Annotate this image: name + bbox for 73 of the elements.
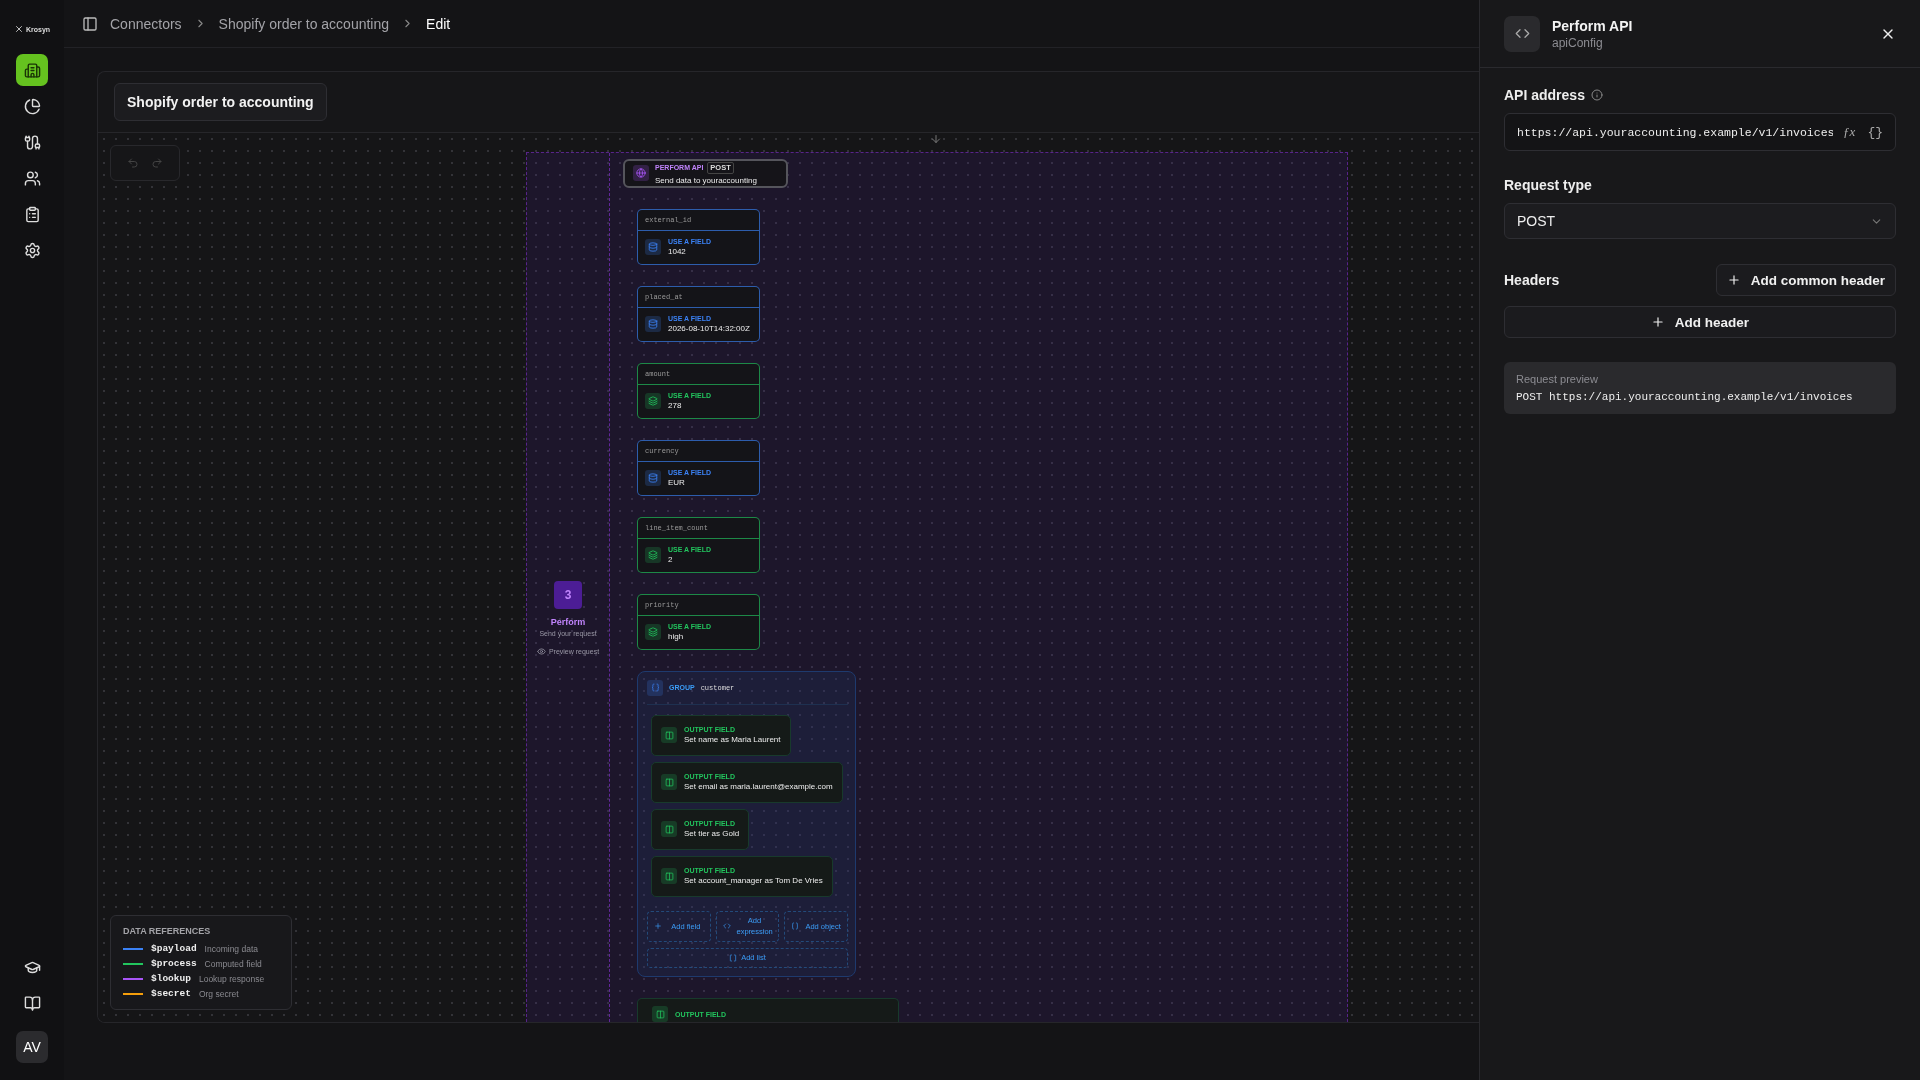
- preview-label: Request preview: [1516, 373, 1599, 385]
- settings-icon: [23, 241, 41, 259]
- logo-icon: [13, 24, 24, 34]
- layers-icon: [645, 624, 661, 641]
- sidebar-toggle-icon[interactable]: [82, 15, 98, 32]
- reference-description: Org secret: [198, 988, 239, 999]
- flow-title-button[interactable]: Shopify order to accounting: [114, 83, 327, 121]
- eye-icon: [536, 647, 546, 656]
- step-number: 3: [554, 581, 582, 609]
- field-value: 2026-08-10T14:32:00Z: [668, 324, 750, 334]
- plus-icon: [1726, 273, 1741, 287]
- braces-icon: [647, 679, 663, 696]
- breadcrumb-link[interactable]: Shopify order to accounting: [218, 15, 390, 32]
- users-icon: [23, 169, 41, 187]
- reference-name: $process: [151, 958, 197, 969]
- layers-icon: [645, 547, 661, 564]
- brackets-icon: [729, 953, 738, 962]
- columns-icon: [661, 774, 677, 791]
- reference-name: $secret: [151, 988, 191, 999]
- reference-description: Computed field: [204, 958, 262, 969]
- breadcrumb-link[interactable]: Connectors: [110, 15, 182, 32]
- reference-name: $payload: [151, 943, 197, 954]
- book-icon: [23, 994, 41, 1012]
- node-title: Send data to youraccounting: [655, 175, 757, 185]
- columns-icon: [661, 821, 677, 838]
- field-label: Headers: [1504, 272, 1560, 288]
- panel-title: Perform API: [1552, 17, 1633, 34]
- reference-description: Incoming data: [204, 943, 258, 954]
- panel-subtitle: apiConfig: [1552, 35, 1604, 50]
- database-icon: [645, 239, 661, 256]
- braces-icon: [791, 922, 800, 931]
- arrow-down-icon: [930, 133, 942, 145]
- pie-chart-icon: [23, 97, 41, 115]
- legend-title: DATA REFERENCES: [123, 926, 212, 936]
- field-value: EUR: [668, 478, 686, 488]
- code-icon: [722, 922, 731, 931]
- request-type-select[interactable]: POST: [1504, 203, 1896, 239]
- reference-name: $lookup: [151, 973, 191, 984]
- building-icon: [23, 61, 41, 79]
- code-icon: [1504, 15, 1540, 52]
- columns-icon: [652, 1006, 668, 1022]
- add-common-header-button[interactable]: Add common header: [1715, 264, 1896, 296]
- field-label: API address: [1504, 87, 1585, 103]
- globe-icon: [633, 165, 649, 182]
- layers-icon: [645, 393, 661, 410]
- output-field-text: Set account_manager as Tom De Vries: [684, 876, 823, 886]
- plus-icon: [653, 922, 662, 931]
- field-value: 2: [668, 555, 674, 565]
- function-button[interactable]: ƒx: [1841, 124, 1858, 140]
- columns-icon: [661, 727, 677, 744]
- step-title: Perform: [550, 617, 586, 627]
- field-label: Request type: [1504, 177, 1592, 193]
- add-header-button[interactable]: Add header: [1504, 306, 1896, 338]
- output-field-text: Set tier as Gold: [684, 829, 740, 839]
- preview-text: POST https://api.youraccounting.example/v1/invoices: [1516, 391, 1854, 403]
- breadcrumb-link[interactable]: Edit: [426, 15, 451, 32]
- api-address-field[interactable]: https://api.youraccounting.example/v1/invoices ƒx {}: [1504, 113, 1896, 151]
- plug-icon: [23, 133, 41, 151]
- output-field-text: Set email as maria.laurent@example.com: [684, 782, 833, 792]
- braces-button[interactable]: {}: [1865, 124, 1885, 140]
- avatar[interactable]: AV: [16, 1031, 48, 1063]
- field-value: 1042: [668, 247, 687, 257]
- reference-description: Lookup response: [198, 973, 265, 984]
- field-value: 278: [668, 401, 683, 411]
- database-icon: [645, 316, 661, 333]
- output-field-text: Set name as Maria Laurent: [684, 735, 781, 745]
- database-icon: [645, 470, 661, 487]
- clipboard-icon: [23, 205, 41, 223]
- field-value: high: [668, 632, 685, 642]
- columns-icon: [661, 868, 677, 885]
- plus-icon: [1650, 315, 1665, 329]
- nav-button[interactable]: [16, 54, 48, 86]
- info-icon[interactable]: [1590, 89, 1603, 101]
